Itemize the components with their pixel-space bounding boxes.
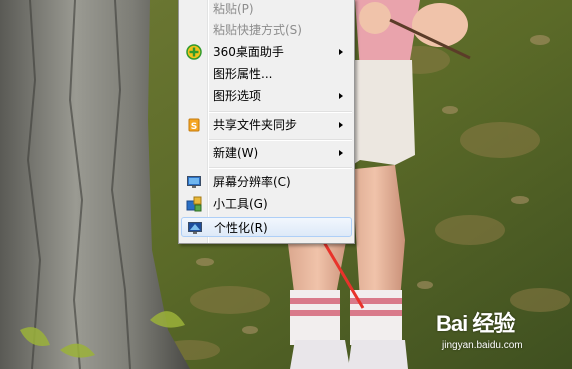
menu-item-label: 共享文件夹同步 bbox=[213, 118, 298, 132]
menu-item-paste-shortcut[interactable]: 粘贴快捷方式(S) bbox=[181, 20, 352, 40]
menu-item-label: 屏幕分辨率(C) bbox=[213, 175, 291, 189]
submenu-arrow-icon bbox=[339, 93, 343, 99]
menu-item-label: 图形选项 bbox=[213, 89, 262, 103]
menu-item-label: 粘贴(P) bbox=[213, 2, 254, 16]
menu-item-label: 个性化(R) bbox=[214, 221, 268, 235]
watermark-logo: Bai 经验 bbox=[436, 311, 515, 336]
monitor-icon bbox=[187, 176, 201, 188]
menu-separator bbox=[209, 111, 352, 113]
svg-text:S: S bbox=[191, 122, 197, 132]
menu-item-gadgets[interactable]: 小工具(G) bbox=[181, 194, 352, 214]
personalize-monitor-icon bbox=[188, 222, 202, 234]
menu-item-label: 小工具(G) bbox=[213, 197, 268, 211]
watermark-url: jingyan.baidu.com bbox=[442, 340, 523, 351]
menu-item-new[interactable]: 新建(W) bbox=[181, 143, 352, 163]
menu-item-paste[interactable]: 粘贴(P) bbox=[181, 0, 352, 19]
menu-item-shared-folder-sync[interactable]: S 共享文件夹同步 bbox=[181, 115, 352, 135]
menu-item-personalize[interactable]: 个性化(R) bbox=[181, 217, 352, 237]
menu-item-label: 新建(W) bbox=[213, 146, 259, 160]
sync-folder-icon: S bbox=[188, 118, 200, 132]
menu-item-360-desktop-assistant[interactable]: 360桌面助手 bbox=[181, 42, 352, 62]
menu-item-label: 360桌面助手 bbox=[213, 45, 284, 59]
gadgets-icon bbox=[186, 196, 202, 212]
menu-item-graphics-properties[interactable]: 图形属性... bbox=[181, 64, 352, 84]
submenu-arrow-icon bbox=[339, 49, 343, 55]
menu-item-graphics-options[interactable]: 图形选项 bbox=[181, 86, 352, 106]
menu-item-label: 粘贴快捷方式(S) bbox=[213, 23, 302, 37]
menu-separator bbox=[209, 167, 352, 169]
submenu-arrow-icon bbox=[339, 122, 343, 128]
desktop-context-menu: 粘贴(P) 粘贴快捷方式(S) 360桌面助手 图形属性... 图形选项 S 共… bbox=[178, 0, 355, 244]
menu-item-screen-resolution[interactable]: 屏幕分辨率(C) bbox=[181, 172, 352, 192]
360-plus-icon bbox=[186, 44, 202, 60]
menu-item-label: 图形属性... bbox=[213, 67, 273, 81]
submenu-arrow-icon bbox=[339, 150, 343, 156]
menu-separator bbox=[209, 139, 352, 141]
